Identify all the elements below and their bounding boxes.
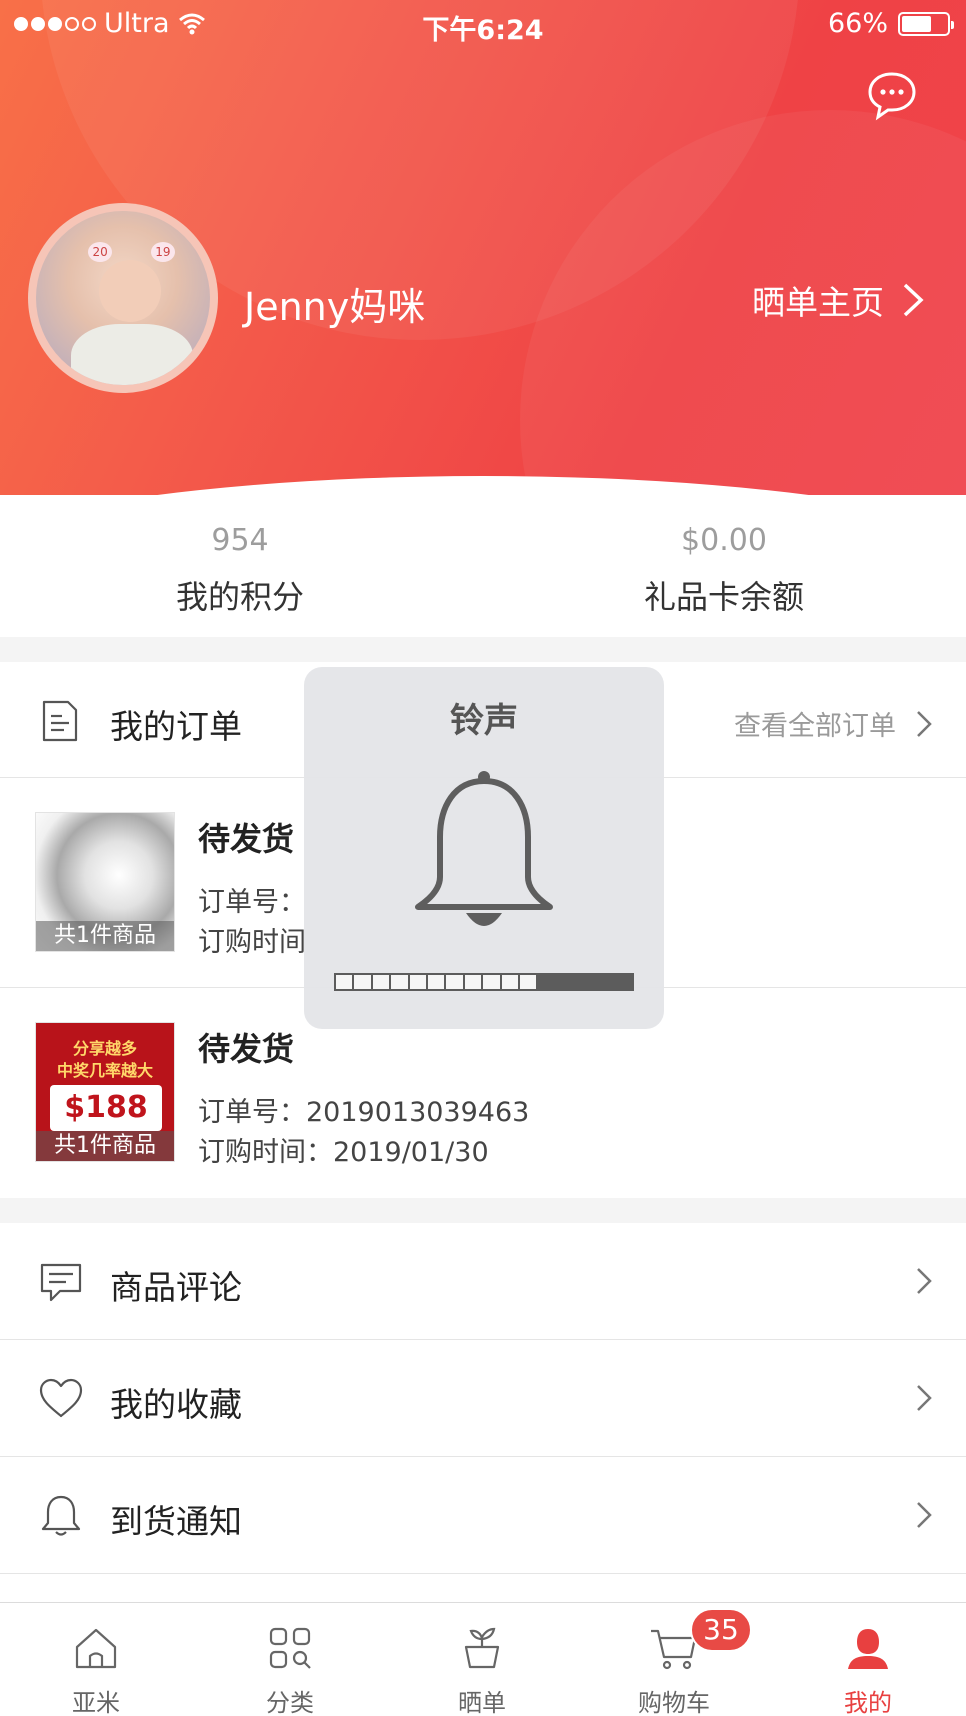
thumbnail-price: $188 (50, 1085, 162, 1131)
volume-segment (427, 975, 445, 989)
menu-item-label: 我的收藏 (110, 1385, 242, 1424)
gift-card-stat[interactable]: $0.00 礼品卡余额 (574, 523, 874, 618)
volume-segment (464, 975, 482, 989)
item-count: 共1件商品 (36, 1131, 174, 1161)
tab-label: 分类 (266, 1689, 314, 1716)
avatar-sticker: 20 (88, 242, 113, 263)
item-count: 共1件商品 (36, 921, 174, 951)
showcase-home-link[interactable]: 晒单主页 (752, 276, 924, 324)
profile-header: Ultra 下午6:24 66% 20 19 Jenny妈咪 晒单主页 (0, 0, 966, 495)
view-all-orders-link[interactable]: 查看全部订单 (734, 704, 932, 743)
chevron-right-icon (903, 283, 924, 317)
product-thumbnail: 分享越多 中奖几率越大 $188 共1件商品 (35, 1022, 175, 1162)
bell-icon (41, 1495, 81, 1536)
points-label: 我的积分 (175, 578, 304, 616)
order-number: 订单号：2019013039463 (198, 1097, 530, 1128)
product-thumbnail: 共1件商品 (35, 812, 175, 952)
thumbnail-text: 分享越多 (72, 1039, 137, 1058)
menu-item-arrival-notice[interactable]: 到货通知 (0, 1457, 966, 1574)
category-icon (269, 1627, 311, 1669)
volume-level-bar (334, 973, 634, 991)
menu-item-label: 到货通知 (110, 1502, 242, 1541)
volume-segment (354, 975, 371, 989)
view-all-orders-label: 查看全部订单 (734, 711, 896, 742)
tab-showcase[interactable]: 晒单 (422, 1623, 542, 1716)
tab-label: 我的 (844, 1689, 892, 1716)
menu-item-reviews[interactable]: 商品评论 (0, 1223, 966, 1340)
points-stat[interactable]: 954 我的积分 (90, 523, 390, 618)
volume-segment (483, 975, 500, 989)
heart-icon (39, 1378, 83, 1418)
username: Jenny妈咪 (244, 285, 426, 329)
tab-label: 晒单 (458, 1689, 506, 1716)
home-icon (75, 1628, 117, 1669)
gift-card-value: $0.00 (681, 523, 767, 558)
order-time: 订购时间 (198, 927, 306, 958)
my-orders-title: 我的订单 (110, 707, 242, 746)
ringer-volume-hud: 铃声 (304, 667, 664, 1029)
volume-segment (501, 975, 518, 989)
tab-label: 购物车 (638, 1689, 710, 1716)
user-icon (848, 1629, 888, 1669)
order-status: 待发货 (198, 1030, 295, 1068)
chevron-right-icon (917, 710, 932, 737)
chevron-right-icon (917, 1268, 932, 1294)
cart-count-badge: 35 (690, 1608, 752, 1652)
bottom-tab-bar: 亚米 分类 晒单 购物车 我的 (0, 1602, 966, 1716)
hud-title: 铃声 (450, 701, 518, 741)
section-divider (0, 637, 966, 662)
volume-segment (336, 975, 353, 989)
document-icon (42, 700, 78, 742)
volume-segment (519, 975, 537, 989)
order-number: 订单号： (198, 887, 306, 918)
tab-category[interactable]: 分类 (230, 1623, 350, 1716)
volume-segment (446, 975, 463, 989)
gift-card-label: 礼品卡余额 (643, 578, 804, 616)
order-status: 待发货 (198, 820, 295, 858)
section-divider (0, 1198, 966, 1223)
message-icon[interactable] (866, 70, 918, 122)
avatar[interactable]: 20 19 (28, 203, 218, 393)
points-value: 954 (211, 523, 269, 558)
comment-icon (40, 1263, 82, 1302)
status-time: 下午6:24 (422, 15, 544, 46)
order-time: 订购时间：2019/01/30 (198, 1137, 489, 1168)
bell-icon (415, 771, 553, 926)
menu-item-favorites[interactable]: 我的收藏 (0, 1340, 966, 1457)
plant-icon (464, 1627, 500, 1669)
avatar-sticker: 19 (150, 242, 175, 263)
tab-label: 亚米 (72, 1689, 120, 1716)
tab-me[interactable]: 我的 (808, 1623, 928, 1716)
showcase-home-label: 晒单主页 (752, 283, 884, 322)
account-stats: 954 我的积分 $0.00 礼品卡余额 (0, 495, 966, 637)
menu-item-label: 商品评论 (110, 1268, 242, 1307)
volume-segment (372, 975, 390, 989)
chevron-right-icon (917, 1502, 932, 1528)
battery-icon (898, 11, 954, 36)
tab-home[interactable]: 亚米 (36, 1623, 156, 1716)
volume-segment (409, 975, 426, 989)
status-bar: Ultra 下午6:24 66% (0, 0, 966, 50)
chevron-right-icon (917, 1385, 932, 1411)
volume-segment (391, 975, 408, 989)
thumbnail-text: 中奖几率越大 (56, 1061, 153, 1080)
battery-percent: 66% (827, 8, 888, 39)
